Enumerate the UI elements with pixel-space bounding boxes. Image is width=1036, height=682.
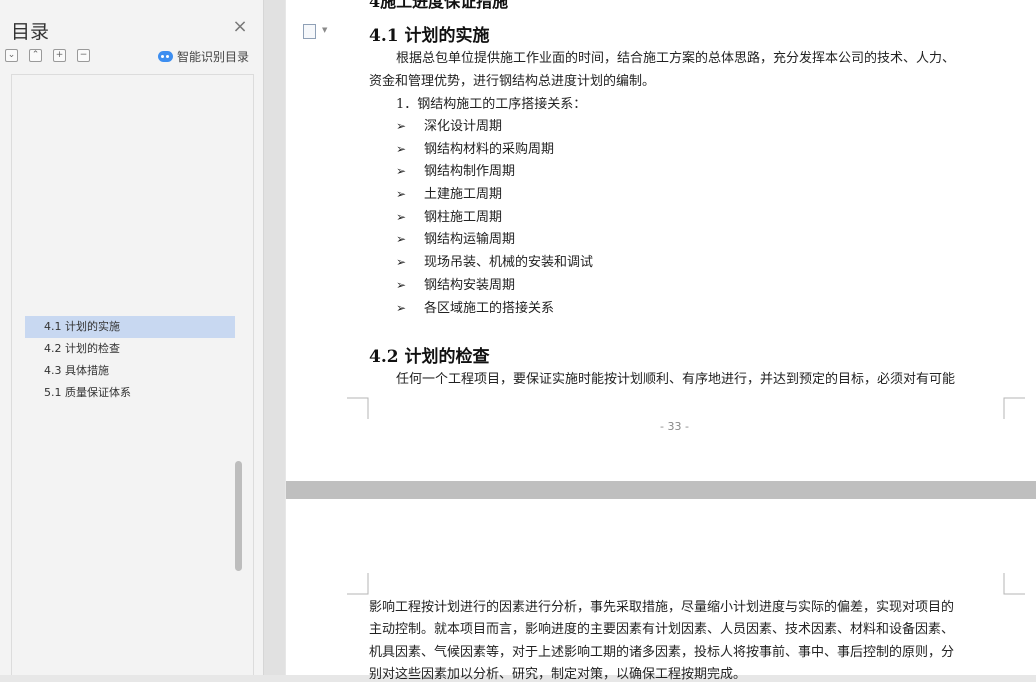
list-item: ➢ 钢结构安装周期 <box>396 274 515 293</box>
heading-4-2: 4.2 计划的检查 <box>369 347 490 367</box>
list-item: ➢ 钢结构运输周期 <box>396 228 515 247</box>
collapse-all-icon[interactable]: ⌄ <box>5 49 18 62</box>
paragraph-line: 任何一个工程项目，要保证实施时能按计划顺利、有序地进行，并达到预定的目标，必须对… <box>396 372 956 387</box>
arrow-bullet-icon: ➢ <box>396 232 407 246</box>
arrow-bullet-icon: ➢ <box>396 164 407 178</box>
chevron-down-icon[interactable]: ▼ <box>322 26 327 34</box>
list-intro: 1．钢结构施工的工序搭接关系： <box>396 97 587 112</box>
toc-item-5-1[interactable]: 5.1 质量保证体系 <box>25 382 235 404</box>
toc-item-4-1[interactable]: 4.1 计划的实施 <box>25 316 235 338</box>
expand-up-icon[interactable]: ⌃ <box>29 49 42 62</box>
paragraph-line: 主动控制。就本项目而言，影响进度的主要因素有计划因素、人员因素、技术因素、材料和… <box>369 622 955 637</box>
arrow-bullet-icon: ➢ <box>396 119 407 133</box>
toc-panel: 目录 × ⌄ ⌃ + − 智能识别目录 4.1 计划的实施 4.2 计划的检查 … <box>0 0 264 675</box>
panel-divider[interactable] <box>264 0 285 675</box>
toc-scrollbar[interactable] <box>235 461 242 571</box>
paragraph-line: 机具因素、气候因素等，对于上述影响工期的诸多因素，投标人将按事前、事中、事后控制… <box>369 645 955 660</box>
page-corner-mark <box>1003 573 1025 595</box>
arrow-bullet-icon: ➢ <box>396 255 407 269</box>
list-item-text: 钢柱施工周期 <box>424 210 503 225</box>
toc-list: 4.1 计划的实施 4.2 计划的检查 4.3 具体措施 5.1 质量保证体系 <box>11 74 254 675</box>
paragraph-line: 影响工程按计划进行的因素进行分析，事先采取措施，尽量缩小计划进度与实际的偏差，实… <box>369 600 955 615</box>
remove-heading-icon[interactable]: − <box>77 49 90 62</box>
list-item: ➢ 现场吊装、机械的安装和调试 <box>396 251 593 270</box>
paragraph-line: 资金和管理优势，进行钢结构总进度计划的编制。 <box>369 74 656 89</box>
toc-title: 目录 <box>11 21 50 43</box>
list-item: ➢ 钢结构制作周期 <box>396 160 515 179</box>
paragraph-line: 根据总包单位提供施工作业面的时间，结合施工方案的总体思路，充分发挥本公司的技术、… <box>396 51 956 66</box>
smart-toc-button[interactable]: 智能识别目录 <box>158 48 249 64</box>
arrow-bullet-icon: ➢ <box>396 301 407 315</box>
arrow-bullet-icon: ➢ <box>396 142 407 156</box>
list-item: ➢ 土建施工周期 <box>396 183 502 202</box>
arrow-bullet-icon: ➢ <box>396 187 407 201</box>
list-item: ➢ 钢柱施工周期 <box>396 206 502 225</box>
list-item-text: 钢结构制作周期 <box>424 164 516 179</box>
arrow-bullet-icon: ➢ <box>396 278 407 292</box>
page-gap <box>286 481 1036 499</box>
toc-item-4-3[interactable]: 4.3 具体措施 <box>25 360 235 382</box>
list-item-text: 土建施工周期 <box>424 187 503 202</box>
heading-4-1: 4.1 计划的实施 <box>369 26 490 46</box>
list-item-text: 各区域施工的搭接关系 <box>424 301 555 316</box>
arrow-bullet-icon: ➢ <box>396 210 407 224</box>
section-heading-clipped: 4施工进度保证措施 <box>369 0 509 11</box>
smart-toc-label: 智能识别目录 <box>177 49 250 64</box>
list-item-text: 钢结构材料的采购周期 <box>424 142 555 157</box>
list-item: ➢ 钢结构材料的采购周期 <box>396 138 554 157</box>
document-icon[interactable] <box>303 24 316 39</box>
list-item-text: 深化设计周期 <box>424 119 503 134</box>
toc-item-4-2[interactable]: 4.2 计划的检查 <box>25 338 235 360</box>
paragraph-line: 别对这些因素加以分析、研究，制定对策，以确保工程按期完成。 <box>369 667 747 682</box>
add-heading-icon[interactable]: + <box>53 49 66 62</box>
list-item-text: 钢结构运输周期 <box>424 232 516 247</box>
close-icon[interactable]: × <box>232 18 248 36</box>
list-item: ➢ 各区域施工的搭接关系 <box>396 297 554 316</box>
ai-chat-icon <box>158 50 173 62</box>
page-corner-mark <box>1003 397 1025 419</box>
list-item: ➢ 深化设计周期 <box>396 115 502 134</box>
list-item-text: 钢结构安装周期 <box>424 278 516 293</box>
page-corner-mark <box>347 397 369 419</box>
page-corner-mark <box>347 573 369 595</box>
page-number: - 33 - <box>660 420 689 433</box>
list-item-text: 现场吊装、机械的安装和调试 <box>424 255 594 270</box>
